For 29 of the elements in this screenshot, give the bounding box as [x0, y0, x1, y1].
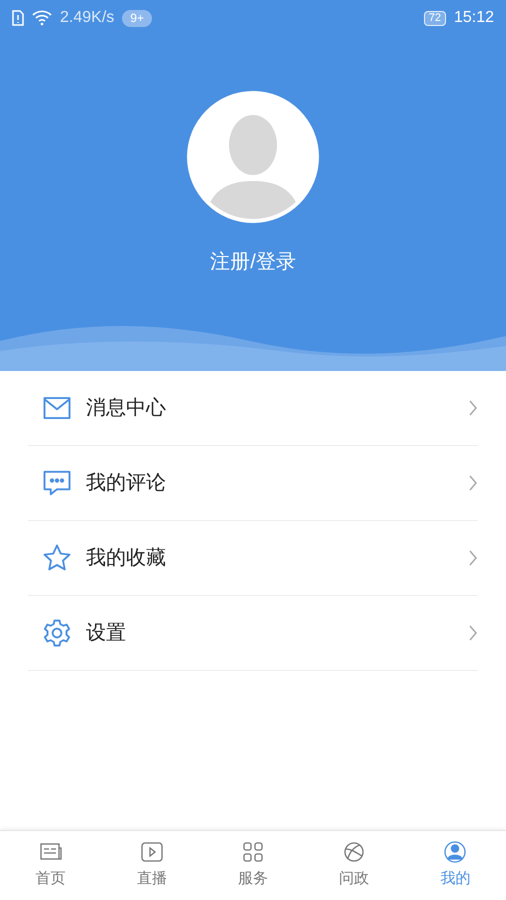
star-icon [42, 543, 72, 573]
notification-badge: 9+ [122, 10, 152, 26]
comment-icon [42, 468, 72, 498]
chevron-right-icon [468, 550, 478, 566]
play-icon [138, 840, 165, 864]
login-link[interactable]: 注册/登录 [210, 247, 296, 277]
menu-label: 我的评论 [86, 471, 167, 496]
nav-tab[interactable]: 服务 [202, 831, 304, 900]
nav-tab[interactable]: 我的 [404, 831, 506, 900]
clock: 15:12 [454, 8, 494, 28]
settings-icon [42, 618, 72, 648]
sim-alert-icon [12, 10, 24, 26]
user-icon [442, 840, 468, 864]
chevron-right-icon [468, 625, 478, 641]
wifi-icon [32, 10, 52, 26]
chevron-right-icon [468, 475, 478, 491]
menu-row[interactable]: 设置 [28, 596, 478, 671]
menu-row[interactable]: 我的评论 [28, 446, 478, 521]
chevron-right-icon [468, 400, 478, 416]
menu-label: 消息中心 [86, 396, 167, 421]
nav-tab[interactable]: 问政 [304, 831, 405, 900]
menu-label: 设置 [86, 621, 127, 646]
battery-indicator: 72 [424, 10, 446, 26]
menu-row[interactable]: 我的收藏 [28, 521, 478, 596]
menu-row[interactable]: 消息中心 [28, 371, 478, 446]
nav-tab[interactable]: 首页 [0, 831, 102, 900]
network-speed: 2.49K/s [60, 8, 114, 28]
nav-tab[interactable]: 直播 [101, 831, 202, 900]
menu-label: 我的收藏 [86, 546, 167, 571]
